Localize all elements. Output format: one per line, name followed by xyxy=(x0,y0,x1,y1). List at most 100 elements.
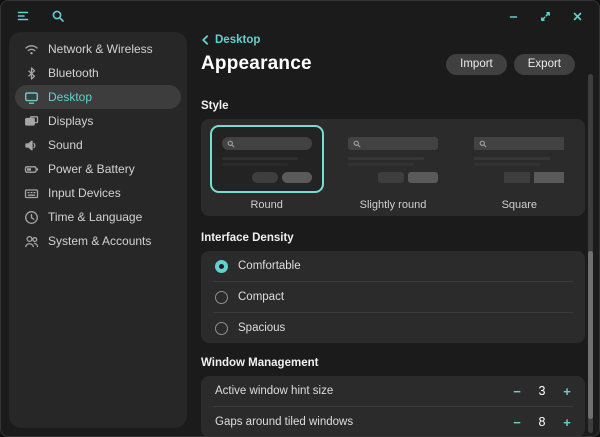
speaker-icon xyxy=(24,138,39,153)
preview-text-line xyxy=(222,157,298,160)
preview-button-secondary xyxy=(252,172,278,183)
bluetooth-icon xyxy=(24,66,39,81)
style-preview-square xyxy=(462,125,576,193)
style-option-slightly-round[interactable]: Slightly round xyxy=(332,125,453,211)
maximize-icon[interactable] xyxy=(537,8,554,25)
setting-row-tiled-gaps: Gaps around tiled windows − 8 + xyxy=(201,407,585,437)
sidebar-item-label: Displays xyxy=(48,114,93,128)
radio-unselected-icon[interactable] xyxy=(215,291,228,304)
density-option-spacious[interactable]: Spacious xyxy=(201,313,585,343)
sidebar-item-sound[interactable]: Sound xyxy=(15,133,181,157)
preview-searchbar xyxy=(348,137,438,150)
preview-text-line xyxy=(222,163,288,166)
style-preview-slightly-round xyxy=(336,125,450,193)
page-title: Appearance xyxy=(201,53,312,75)
density-option-label: Spacious xyxy=(238,322,285,334)
preview-searchbar xyxy=(474,137,564,150)
hint-size-value: 3 xyxy=(529,384,555,398)
preview-text-line xyxy=(348,157,424,160)
style-option-label: Round xyxy=(250,199,282,211)
gaps-stepper: − 8 + xyxy=(505,410,579,434)
sidebar-item-label: Power & Battery xyxy=(48,162,135,176)
header-row: Appearance Import Export xyxy=(201,51,585,77)
style-option-square[interactable]: Square xyxy=(459,125,580,211)
breadcrumb-label: Desktop xyxy=(215,34,260,46)
sidebar-item-label: Bluetooth xyxy=(48,66,99,80)
sidebar-item-label: Time & Language xyxy=(48,210,142,224)
sidebar-item-network-wireless[interactable]: Network & Wireless xyxy=(15,37,181,61)
minimize-icon[interactable] xyxy=(505,8,522,25)
style-heading: Style xyxy=(201,100,585,112)
sidebar-item-power-battery[interactable]: Power & Battery xyxy=(15,157,181,181)
radio-selected-icon[interactable] xyxy=(215,260,228,273)
battery-icon xyxy=(24,162,39,177)
breadcrumb[interactable]: Desktop xyxy=(201,33,585,47)
density-option-label: Compact xyxy=(238,291,284,303)
preview-button-secondary xyxy=(504,172,530,183)
preview-button-primary xyxy=(534,172,564,183)
magnifier-icon xyxy=(353,140,361,148)
magnifier-icon xyxy=(227,140,235,148)
sidebar-item-displays[interactable]: Displays xyxy=(15,109,181,133)
window-management-panel: Active window hint size − 3 + Gaps aroun… xyxy=(201,376,585,437)
preview-text-line xyxy=(474,157,550,160)
clock-icon xyxy=(24,210,39,225)
sidebar-toggle-icon[interactable] xyxy=(14,7,32,25)
interface-density-heading: Interface Density xyxy=(201,232,585,244)
preview-text-line xyxy=(474,163,540,166)
settings-window: Network & Wireless Bluetooth Desktop Dis… xyxy=(0,0,600,437)
setting-label: Gaps around tiled windows xyxy=(215,416,505,428)
style-option-round[interactable]: Round xyxy=(206,125,327,211)
density-option-label: Comfortable xyxy=(238,260,301,272)
sidebar-item-desktop[interactable]: Desktop xyxy=(15,85,181,109)
sidebar-item-system-accounts[interactable]: System & Accounts xyxy=(15,229,181,253)
style-panel: Round Slightly round xyxy=(201,119,585,216)
minus-button[interactable]: − xyxy=(505,410,529,434)
plus-button[interactable]: + xyxy=(555,410,579,434)
sidebar-item-label: System & Accounts xyxy=(48,234,151,248)
window-controls xyxy=(505,8,586,25)
search-icon[interactable] xyxy=(49,7,67,25)
main-content: Desktop Appearance Import Export Style xyxy=(201,33,585,437)
preview-button-primary xyxy=(408,172,438,183)
close-icon[interactable] xyxy=(569,8,586,25)
plus-button[interactable]: + xyxy=(555,379,579,403)
keyboard-icon xyxy=(24,186,39,201)
gaps-value: 8 xyxy=(529,415,555,429)
sidebar-item-label: Desktop xyxy=(48,90,92,104)
sidebar-item-label: Network & Wireless xyxy=(48,42,153,56)
style-option-label: Slightly round xyxy=(360,199,427,211)
scrollbar-thumb[interactable] xyxy=(588,251,593,419)
preview-searchbar xyxy=(222,137,312,150)
export-button[interactable]: Export xyxy=(514,54,575,75)
sidebar-item-label: Sound xyxy=(48,138,83,152)
preview-buttons xyxy=(474,172,564,183)
preview-buttons xyxy=(222,172,312,183)
setting-label: Active window hint size xyxy=(215,385,505,397)
header-actions: Import Export xyxy=(446,54,585,75)
interface-density-panel: Comfortable Compact Spacious xyxy=(201,251,585,343)
radio-unselected-icon[interactable] xyxy=(215,322,228,335)
window-management-heading: Window Management xyxy=(201,357,585,369)
sidebar-item-input-devices[interactable]: Input Devices xyxy=(15,181,181,205)
sidebar-item-bluetooth[interactable]: Bluetooth xyxy=(15,61,181,85)
hint-size-stepper: − 3 + xyxy=(505,379,579,403)
density-option-comfortable[interactable]: Comfortable xyxy=(201,251,585,281)
import-button[interactable]: Import xyxy=(446,54,507,75)
chevron-left-icon xyxy=(201,35,210,45)
magnifier-icon xyxy=(479,140,487,148)
sidebar-item-time-language[interactable]: Time & Language xyxy=(15,205,181,229)
density-option-compact[interactable]: Compact xyxy=(201,282,585,312)
preview-button-primary xyxy=(282,172,312,183)
scrollbar-track[interactable] xyxy=(588,74,593,433)
titlebar xyxy=(1,1,599,31)
users-icon xyxy=(24,234,39,249)
wifi-icon xyxy=(24,42,39,57)
preview-text-line xyxy=(348,163,414,166)
minus-button[interactable]: − xyxy=(505,379,529,403)
titlebar-left xyxy=(14,7,67,25)
style-preview-round xyxy=(210,125,324,193)
preview-button-secondary xyxy=(378,172,404,183)
setting-row-active-window-hint: Active window hint size − 3 + xyxy=(201,376,585,406)
sidebar: Network & Wireless Bluetooth Desktop Dis… xyxy=(9,32,187,428)
